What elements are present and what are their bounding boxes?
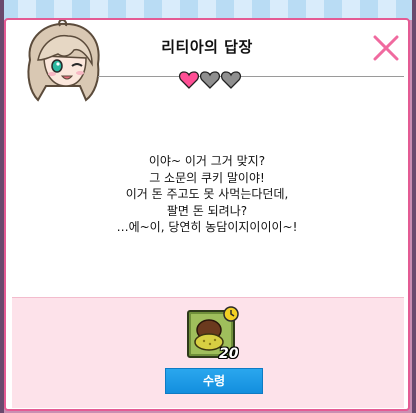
title-divider bbox=[98, 76, 404, 77]
dialog-title: 리티아의 답장 bbox=[161, 38, 253, 56]
affection-hearts bbox=[178, 71, 242, 89]
claim-button[interactable]: 수령 bbox=[165, 368, 263, 394]
background-edge-right bbox=[412, 0, 416, 413]
close-icon[interactable] bbox=[371, 33, 401, 63]
message-line: 이야~ 이거 그거 맞지? bbox=[148, 154, 266, 168]
heart-icon-empty bbox=[199, 71, 221, 89]
reply-message: 이야~ 이거 그거 맞지? 그 소문의 쿠키 말이야! 이거 돈 주고도 못 사… bbox=[6, 153, 408, 236]
character-avatar bbox=[27, 20, 100, 102]
message-line: 이거 돈 주고도 못 사먹는다던데, bbox=[125, 187, 289, 201]
message-line: 팔면 돈 되려나? bbox=[166, 203, 248, 218]
message-line: 그 소문의 쿠키 말이야! bbox=[149, 170, 265, 185]
heart-icon-empty bbox=[220, 71, 242, 89]
message-line: …에~이, 당연히 농담이지이이이~! bbox=[116, 220, 298, 234]
background-strip bbox=[0, 0, 416, 20]
reward-quantity: 20 bbox=[219, 346, 239, 362]
reply-dialog: 리티아의 답장 이야~ 이거 그거 맞지? 그 소문의 쿠키 말이야! 이거 돈… bbox=[4, 18, 410, 411]
heart-icon-filled bbox=[178, 71, 200, 89]
reward-panel: 20 수령 bbox=[12, 297, 404, 408]
